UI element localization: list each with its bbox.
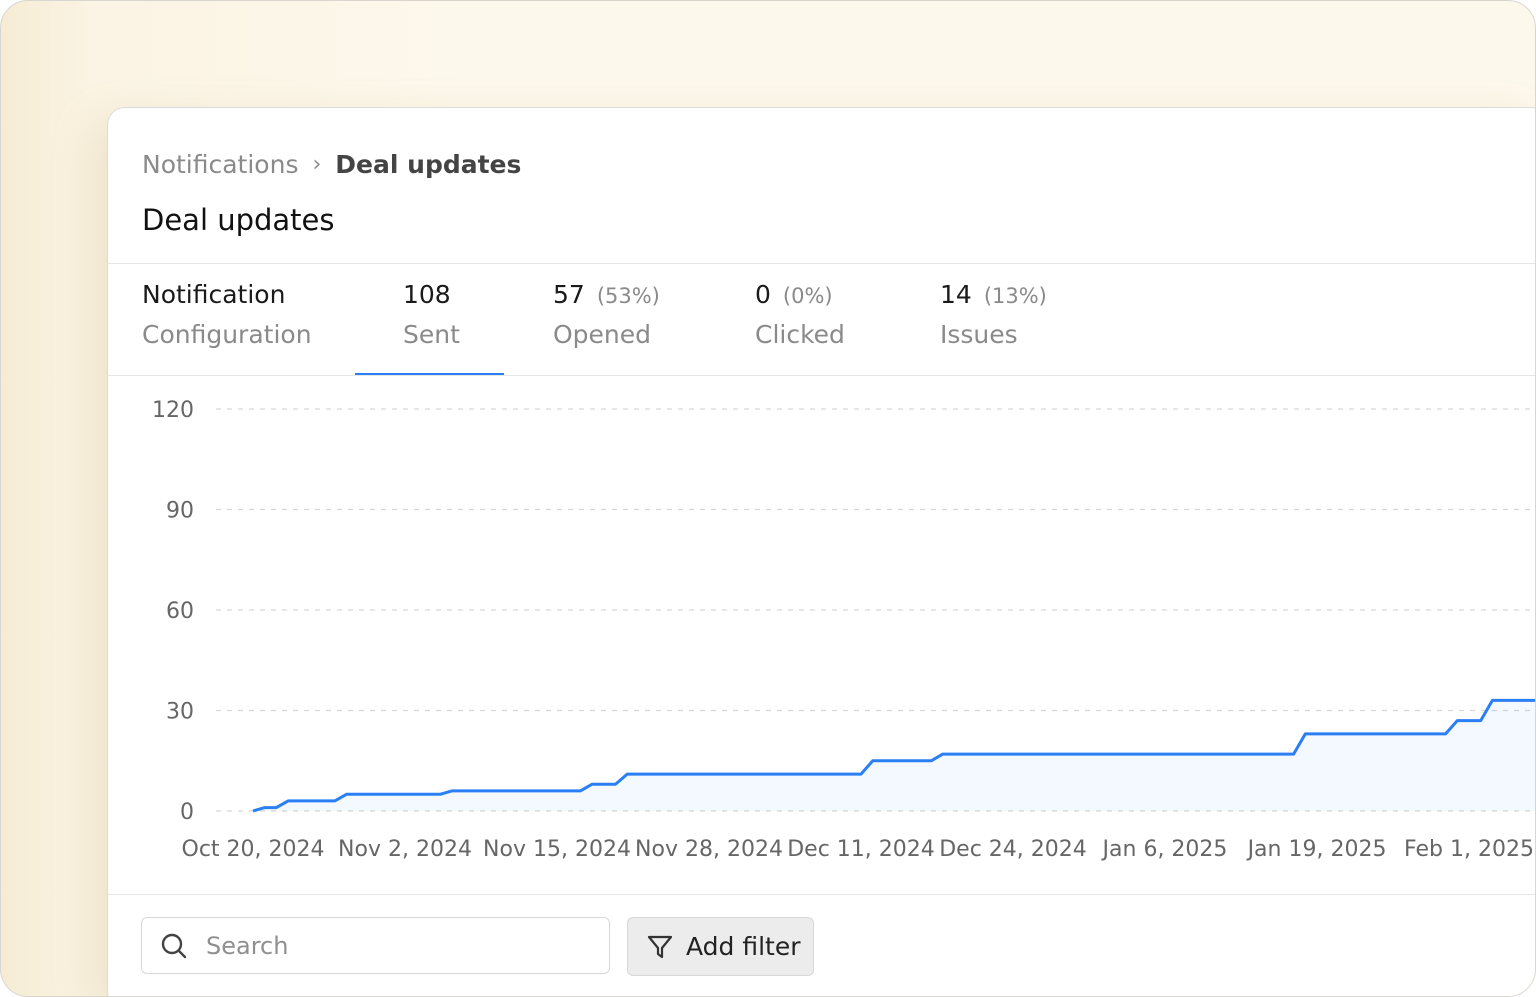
x-tick-label: Jan 19, 2025 xyxy=(1246,837,1387,862)
tab-issues-label: Issues xyxy=(940,320,1018,349)
x-tick-label: Dec 24, 2024 xyxy=(939,837,1087,862)
add-filter-button[interactable]: Add filter xyxy=(627,917,814,976)
tab-issues-count: 14 xyxy=(940,280,972,309)
tab-clicked-count: 0 xyxy=(755,280,771,309)
search-box[interactable] xyxy=(141,917,610,974)
breadcrumb-current: Deal updates xyxy=(335,150,522,179)
x-tick-label: Jan 6, 2025 xyxy=(1101,837,1228,862)
tab-opened[interactable]: 57 (53%) Opened xyxy=(553,280,660,349)
page-title: Deal updates xyxy=(142,203,335,237)
tab-clicked-label: Clicked xyxy=(755,320,845,349)
x-tick-label: Oct 20, 2024 xyxy=(182,837,325,862)
tab-opened-label: Opened xyxy=(553,320,652,349)
tab-configuration[interactable]: Notification Configuration xyxy=(142,280,312,349)
breadcrumb: Notifications › Deal updates xyxy=(142,150,521,179)
y-tick-label: 60 xyxy=(166,599,194,624)
search-input[interactable] xyxy=(204,930,588,961)
tab-configuration-title: Notification xyxy=(142,280,286,309)
x-tick-label: Nov 28, 2024 xyxy=(635,837,783,862)
tab-opened-count: 57 xyxy=(553,280,585,309)
tab-clicked[interactable]: 0 (0%) Clicked xyxy=(755,280,845,349)
tab-sent-count: 108 xyxy=(403,280,451,309)
tab-issues[interactable]: 14 (13%) Issues xyxy=(940,280,1047,349)
tab-opened-percent: (53%) xyxy=(596,284,660,308)
notification-panel: Notifications › Deal updates Deal update… xyxy=(107,107,1535,996)
chart-divider xyxy=(108,894,1535,895)
x-tick-label: Dec 11, 2024 xyxy=(787,837,935,862)
tab-issues-percent: (13%) xyxy=(983,284,1047,308)
header-divider xyxy=(108,263,1535,264)
y-tick-label: 30 xyxy=(166,700,194,725)
y-tick-label: 90 xyxy=(166,499,194,524)
filter-icon xyxy=(646,933,674,961)
breadcrumb-notifications-link[interactable]: Notifications xyxy=(142,150,298,179)
y-tick-label: 120 xyxy=(152,398,194,423)
sent-line-chart: 0 30 60 90 120 Oct 20, 2024 Nov 2, 2024 Nov 15,… xyxy=(152,398,1535,862)
tab-sent[interactable]: 108 Sent xyxy=(403,280,460,349)
x-tick-label: Feb 1, 2025 xyxy=(1404,837,1534,862)
chevron-right-icon: › xyxy=(312,152,322,177)
tab-clicked-percent: (0%) xyxy=(782,284,833,308)
tab-configuration-label: Configuration xyxy=(142,320,312,349)
search-icon xyxy=(160,932,188,960)
x-tick-label: Nov 15, 2024 xyxy=(483,837,631,862)
app-window-frame: Notifications › Deal updates Deal update… xyxy=(0,0,1536,997)
tab-sent-label: Sent xyxy=(403,320,460,349)
y-tick-label: 0 xyxy=(180,800,194,825)
add-filter-label: Add filter xyxy=(686,932,801,961)
x-tick-label: Nov 2, 2024 xyxy=(338,837,472,862)
